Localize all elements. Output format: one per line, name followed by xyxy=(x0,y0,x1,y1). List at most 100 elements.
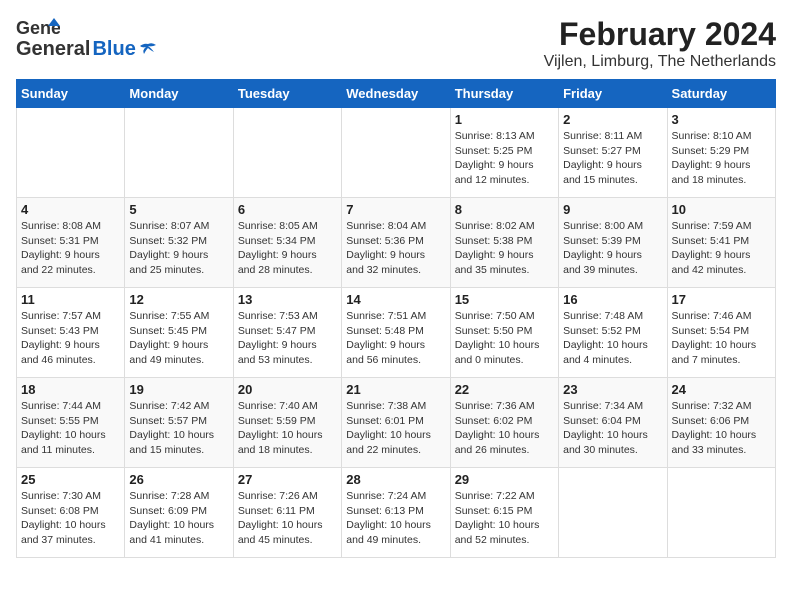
calendar-week-row: 4 Sunrise: 8:08 AM Sunset: 5:31 PM Daylig… xyxy=(17,198,776,288)
day-info: Sunrise: 8:08 AM Sunset: 5:31 PM Dayligh… xyxy=(21,219,120,278)
calendar-cell xyxy=(559,468,667,558)
day-number: 17 xyxy=(672,292,771,307)
calendar-cell: 19 Sunrise: 7:42 AM Sunset: 5:57 PM Dayli… xyxy=(125,378,233,468)
day-number: 28 xyxy=(346,472,445,487)
day-number: 2 xyxy=(563,112,662,127)
calendar-cell: 2 Sunrise: 8:11 AM Sunset: 5:27 PM Daylig… xyxy=(559,108,667,198)
calendar-cell: 25 Sunrise: 7:30 AM Sunset: 6:08 PM Dayli… xyxy=(17,468,125,558)
calendar-cell: 14 Sunrise: 7:51 AM Sunset: 5:48 PM Dayli… xyxy=(342,288,450,378)
day-info: Sunrise: 7:42 AM Sunset: 5:57 PM Dayligh… xyxy=(129,399,228,458)
day-header-sunday: Sunday xyxy=(17,80,125,108)
calendar-cell xyxy=(125,108,233,198)
day-info: Sunrise: 7:36 AM Sunset: 6:02 PM Dayligh… xyxy=(455,399,554,458)
page-header: General General Blue February 2024 Vijle… xyxy=(16,16,776,71)
day-number: 5 xyxy=(129,202,228,217)
calendar-cell: 26 Sunrise: 7:28 AM Sunset: 6:09 PM Dayli… xyxy=(125,468,233,558)
day-number: 18 xyxy=(21,382,120,397)
calendar-cell: 12Sunrise: 7:55 AM Sunset: 5:45 PM Dayli… xyxy=(125,288,233,378)
day-number: 15 xyxy=(455,292,554,307)
day-header-wednesday: Wednesday xyxy=(342,80,450,108)
day-info: Sunrise: 8:11 AM Sunset: 5:27 PM Dayligh… xyxy=(563,129,662,188)
calendar-cell xyxy=(342,108,450,198)
calendar-cell: 21 Sunrise: 7:38 AM Sunset: 6:01 PM Dayli… xyxy=(342,378,450,468)
day-info: Sunrise: 7:51 AM Sunset: 5:48 PM Dayligh… xyxy=(346,309,445,368)
day-number: 25 xyxy=(21,472,120,487)
day-number: 8 xyxy=(455,202,554,217)
day-number: 20 xyxy=(238,382,337,397)
calendar-week-row: 25 Sunrise: 7:30 AM Sunset: 6:08 PM Dayli… xyxy=(17,468,776,558)
calendar-week-row: 1 Sunrise: 8:13 AM Sunset: 5:25 PM Daylig… xyxy=(17,108,776,198)
day-info: Sunrise: 7:28 AM Sunset: 6:09 PM Dayligh… xyxy=(129,489,228,548)
day-number: 12 xyxy=(129,292,228,307)
title-area: February 2024 Vijlen, Limburg, The Nethe… xyxy=(544,16,776,71)
logo-general-text: General xyxy=(16,38,90,61)
calendar-cell: 6 Sunrise: 8:05 AM Sunset: 5:34 PM Daylig… xyxy=(233,198,341,288)
calendar-cell: 24Sunrise: 7:32 AM Sunset: 6:06 PM Dayli… xyxy=(667,378,775,468)
day-number: 7 xyxy=(346,202,445,217)
day-info: Sunrise: 7:40 AM Sunset: 5:59 PM Dayligh… xyxy=(238,399,337,458)
day-info: Sunrise: 7:34 AM Sunset: 6:04 PM Dayligh… xyxy=(563,399,662,458)
day-number: 16 xyxy=(563,292,662,307)
day-number: 4 xyxy=(21,202,120,217)
day-info: Sunrise: 7:44 AM Sunset: 5:55 PM Dayligh… xyxy=(21,399,120,458)
calendar-cell: 16 Sunrise: 7:48 AM Sunset: 5:52 PM Dayli… xyxy=(559,288,667,378)
calendar-cell: 9 Sunrise: 8:00 AM Sunset: 5:39 PM Daylig… xyxy=(559,198,667,288)
day-number: 11 xyxy=(21,292,120,307)
day-info: Sunrise: 8:04 AM Sunset: 5:36 PM Dayligh… xyxy=(346,219,445,278)
day-info: Sunrise: 8:00 AM Sunset: 5:39 PM Dayligh… xyxy=(563,219,662,278)
day-number: 9 xyxy=(563,202,662,217)
day-number: 21 xyxy=(346,382,445,397)
day-info: Sunrise: 7:57 AM Sunset: 5:43 PM Dayligh… xyxy=(21,309,120,368)
calendar-cell: 13 Sunrise: 7:53 AM Sunset: 5:47 PM Dayli… xyxy=(233,288,341,378)
day-info: Sunrise: 7:26 AM Sunset: 6:11 PM Dayligh… xyxy=(238,489,337,548)
day-header-friday: Friday xyxy=(559,80,667,108)
page-title: February 2024 xyxy=(544,16,776,53)
day-info: Sunrise: 8:05 AM Sunset: 5:34 PM Dayligh… xyxy=(238,219,337,278)
day-info: Sunrise: 7:24 AM Sunset: 6:13 PM Dayligh… xyxy=(346,489,445,548)
calendar-cell: 7 Sunrise: 8:04 AM Sunset: 5:36 PM Daylig… xyxy=(342,198,450,288)
calendar-cell: 22 Sunrise: 7:36 AM Sunset: 6:02 PM Dayli… xyxy=(450,378,558,468)
page-subtitle: Vijlen, Limburg, The Netherlands xyxy=(544,53,776,71)
calendar-week-row: 11 Sunrise: 7:57 AM Sunset: 5:43 PM Dayli… xyxy=(17,288,776,378)
calendar-table: SundayMondayTuesdayWednesdayThursdayFrid… xyxy=(16,79,776,558)
calendar-cell: 3Sunrise: 8:10 AM Sunset: 5:29 PM Daylig… xyxy=(667,108,775,198)
day-info: Sunrise: 8:07 AM Sunset: 5:32 PM Dayligh… xyxy=(129,219,228,278)
calendar-week-row: 18 Sunrise: 7:44 AM Sunset: 5:55 PM Dayli… xyxy=(17,378,776,468)
day-info: Sunrise: 7:32 AM Sunset: 6:06 PM Dayligh… xyxy=(672,399,771,458)
calendar-cell: 1 Sunrise: 8:13 AM Sunset: 5:25 PM Daylig… xyxy=(450,108,558,198)
day-header-tuesday: Tuesday xyxy=(233,80,341,108)
day-number: 27 xyxy=(238,472,337,487)
day-header-thursday: Thursday xyxy=(450,80,558,108)
calendar-cell: 8 Sunrise: 8:02 AM Sunset: 5:38 PM Daylig… xyxy=(450,198,558,288)
day-info: Sunrise: 8:13 AM Sunset: 5:25 PM Dayligh… xyxy=(455,129,554,188)
day-number: 14 xyxy=(346,292,445,307)
day-info: Sunrise: 7:50 AM Sunset: 5:50 PM Dayligh… xyxy=(455,309,554,368)
calendar-cell: 11 Sunrise: 7:57 AM Sunset: 5:43 PM Dayli… xyxy=(17,288,125,378)
calendar-cell xyxy=(233,108,341,198)
day-number: 26 xyxy=(129,472,228,487)
day-number: 3 xyxy=(672,112,771,127)
logo-bird-icon xyxy=(138,40,158,60)
day-info: Sunrise: 8:02 AM Sunset: 5:38 PM Dayligh… xyxy=(455,219,554,278)
day-number: 13 xyxy=(238,292,337,307)
day-number: 6 xyxy=(238,202,337,217)
day-info: Sunrise: 7:59 AM Sunset: 5:41 PM Dayligh… xyxy=(672,219,771,278)
day-header-monday: Monday xyxy=(125,80,233,108)
calendar-cell: 23Sunrise: 7:34 AM Sunset: 6:04 PM Dayli… xyxy=(559,378,667,468)
day-header-saturday: Saturday xyxy=(667,80,775,108)
day-info: Sunrise: 7:30 AM Sunset: 6:08 PM Dayligh… xyxy=(21,489,120,548)
logo: General General Blue xyxy=(16,16,158,61)
day-number: 1 xyxy=(455,112,554,127)
day-info: Sunrise: 7:22 AM Sunset: 6:15 PM Dayligh… xyxy=(455,489,554,548)
calendar-cell: 10 Sunrise: 7:59 AM Sunset: 5:41 PM Dayli… xyxy=(667,198,775,288)
day-info: Sunrise: 7:48 AM Sunset: 5:52 PM Dayligh… xyxy=(563,309,662,368)
day-info: Sunrise: 7:38 AM Sunset: 6:01 PM Dayligh… xyxy=(346,399,445,458)
day-number: 22 xyxy=(455,382,554,397)
day-number: 10 xyxy=(672,202,771,217)
calendar-cell xyxy=(17,108,125,198)
calendar-header-row: SundayMondayTuesdayWednesdayThursdayFrid… xyxy=(17,80,776,108)
day-info: Sunrise: 7:53 AM Sunset: 5:47 PM Dayligh… xyxy=(238,309,337,368)
calendar-cell xyxy=(667,468,775,558)
calendar-cell: 20 Sunrise: 7:40 AM Sunset: 5:59 PM Dayli… xyxy=(233,378,341,468)
day-number: 19 xyxy=(129,382,228,397)
